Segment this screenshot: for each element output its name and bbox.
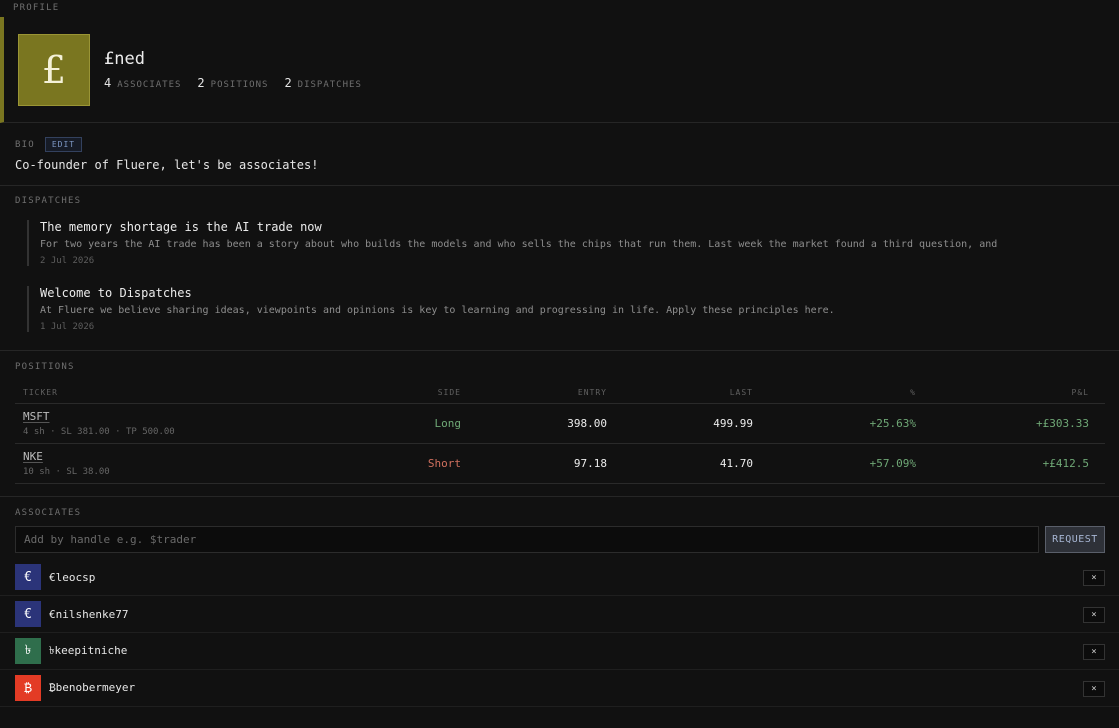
associates-section: ASSOCIATES REQUEST € €leocsp × € €nilshe… [0, 497, 1119, 728]
bio-header: BIO EDIT [15, 137, 83, 152]
dispatches-section: DISPATCHES The memory shortage is the AI… [0, 186, 1119, 351]
column-header-last: LAST [729, 388, 753, 397]
column-header-ticker: TICKER [23, 388, 58, 397]
stat-number: 2 [284, 76, 292, 90]
ticker-link[interactable]: NKE [23, 450, 315, 463]
column-header-side: SIDE [437, 388, 461, 397]
position-details: 10 sh · SL 38.00 [23, 467, 110, 477]
position-details: 4 sh · SL 381.00 · TP 500.00 [23, 427, 175, 437]
dispatch-item[interactable]: Welcome to Dispatches At Fluere we belie… [27, 286, 1107, 332]
entry-cell: 97.18 [573, 457, 607, 470]
dispatch-date: 1 Jul 2026 [40, 322, 95, 332]
stat-label: DISPATCHES [297, 80, 362, 90]
positions-table: TICKER SIDE ENTRY LAST % P&L MSFT 4 sh ·… [15, 382, 1105, 484]
entry-cell: 398.00 [567, 417, 607, 430]
associate-handle[interactable]: ₿benobermeyer [49, 681, 135, 695]
avatar: ₿ [15, 675, 41, 701]
side-cell: Short [427, 457, 461, 470]
table-row: NKE 10 sh · SL 38.00 Short 97.18 41.70 +… [15, 444, 1105, 484]
bio-section-label: BIO [15, 139, 35, 150]
bio-section: BIO EDIT Co-founder of Fluere, let's be … [0, 123, 1119, 186]
list-item[interactable]: ₿ ₿benobermeyer × [0, 670, 1119, 707]
dispatch-title[interactable]: Welcome to Dispatches [40, 286, 1107, 300]
dispatch-item[interactable]: The memory shortage is the AI trade now … [27, 220, 1107, 266]
associates-list: € €leocsp × € €nilshenke77 × ৳ ৳keepitni… [0, 559, 1119, 707]
profile-stats: 4 ASSOCIATES 2 POSITIONS 2 DISPATCHES [104, 76, 378, 90]
stat-associates[interactable]: 4 ASSOCIATES [104, 76, 181, 90]
associate-handle[interactable]: €leocsp [49, 571, 95, 584]
profile-card: £ £ned 4 ASSOCIATES 2 POSITIONS 2 DISPAT… [0, 17, 1119, 123]
remove-associate-button[interactable]: × [1083, 681, 1105, 697]
ticker-link[interactable]: MSFT [23, 410, 315, 423]
bio-text: Co-founder of Fluere, let's be associate… [15, 158, 319, 172]
list-item[interactable]: € €leocsp × [0, 559, 1119, 596]
avatar: € [15, 564, 41, 590]
side-cell: Long [434, 417, 462, 430]
avatar: ৳ [15, 638, 41, 664]
pnl-cell: +£412.5 [1042, 457, 1089, 470]
remove-associate-button[interactable]: × [1083, 570, 1105, 586]
ticker-cell: MSFT 4 sh · SL 381.00 · TP 500.00 [15, 410, 315, 437]
column-header-pnl: P&L [1071, 388, 1089, 397]
add-associate-input[interactable] [15, 526, 1039, 553]
dispatch-excerpt: At Fluere we believe sharing ideas, view… [40, 305, 835, 316]
profile-handle: £ned [104, 49, 145, 69]
stat-number: 4 [104, 76, 112, 90]
table-row: MSFT 4 sh · SL 381.00 · TP 500.00 Long 3… [15, 404, 1105, 444]
remove-associate-button[interactable]: × [1083, 644, 1105, 660]
stat-number: 2 [197, 76, 205, 90]
associate-handle[interactable]: €nilshenke77 [49, 608, 128, 621]
dispatch-excerpt: For two years the AI trade has been a st… [40, 239, 998, 250]
positions-section-label: POSITIONS [15, 362, 75, 372]
request-button[interactable]: REQUEST [1045, 526, 1105, 553]
positions-section: POSITIONS TICKER SIDE ENTRY LAST % P&L M… [0, 351, 1119, 497]
list-item[interactable]: € €nilshenke77 × [0, 596, 1119, 633]
stat-label: ASSOCIATES [117, 80, 182, 90]
stat-label: POSITIONS [210, 80, 269, 90]
column-header-entry: ENTRY [577, 388, 607, 397]
column-header-percent: % [910, 388, 916, 397]
dispatch-title[interactable]: The memory shortage is the AI trade now [40, 220, 1107, 234]
dispatches-section-label: DISPATCHES [15, 196, 82, 206]
last-cell: 499.99 [713, 417, 753, 430]
ticker-cell: NKE 10 sh · SL 38.00 [15, 450, 315, 477]
table-header: TICKER SIDE ENTRY LAST % P&L [15, 382, 1105, 404]
avatar: £ [18, 34, 90, 106]
associates-section-label: ASSOCIATES [15, 508, 82, 518]
edit-bio-button[interactable]: EDIT [44, 137, 83, 152]
pnl-cell: +£303.33 [1036, 417, 1089, 430]
stat-dispatches[interactable]: 2 DISPATCHES [284, 76, 361, 90]
avatar: € [15, 601, 41, 627]
stat-positions[interactable]: 2 POSITIONS [197, 76, 268, 90]
profile-section-label: PROFILE [13, 3, 60, 13]
last-cell: 41.70 [719, 457, 753, 470]
dispatch-date: 2 Jul 2026 [40, 256, 95, 266]
associate-handle[interactable]: ৳keepitniche [49, 642, 127, 661]
list-item[interactable]: ৳ ৳keepitniche × [0, 633, 1119, 670]
percent-cell: +57.09% [869, 457, 916, 470]
percent-cell: +25.63% [869, 417, 916, 430]
remove-associate-button[interactable]: × [1083, 607, 1105, 623]
